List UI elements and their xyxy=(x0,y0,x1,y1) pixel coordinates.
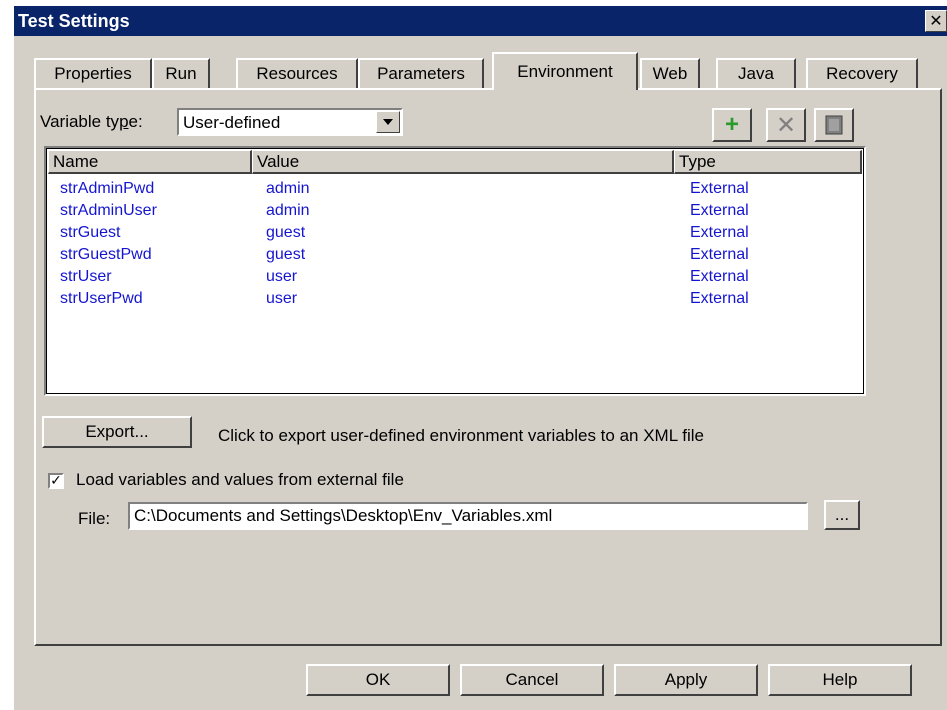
tab-resources[interactable]: Resources xyxy=(236,58,358,88)
apply-button[interactable]: Apply xyxy=(614,664,758,696)
ok-button-label: OK xyxy=(365,670,391,689)
tab-run[interactable]: Run xyxy=(152,58,210,88)
tab-label: Run xyxy=(165,64,197,83)
test-settings-dialog: Test Settings ✕ Properties Run Resources… xyxy=(0,0,947,710)
tab-label: Properties xyxy=(54,64,132,83)
tab-web[interactable]: Web xyxy=(640,58,700,88)
window-title: Test Settings xyxy=(18,10,130,31)
apply-button-label: Apply xyxy=(664,670,708,689)
environment-panel xyxy=(34,88,942,646)
tab-label: Resources xyxy=(256,64,338,83)
tab-recovery[interactable]: Recovery xyxy=(806,58,918,88)
cancel-button[interactable]: Cancel xyxy=(460,664,604,696)
cancel-button-label: Cancel xyxy=(505,670,559,689)
tab-label: Web xyxy=(652,64,688,83)
tab-label: Java xyxy=(738,64,774,83)
tab-label: Environment xyxy=(517,62,613,81)
dialog-client: Properties Run Resources Parameters Envi… xyxy=(14,36,947,710)
close-icon[interactable]: ✕ xyxy=(925,10,947,32)
tab-java[interactable]: Java xyxy=(716,58,796,88)
tab-label: Recovery xyxy=(826,64,898,83)
tab-parameters[interactable]: Parameters xyxy=(358,58,484,88)
help-button-label: Help xyxy=(822,670,858,689)
tab-environment[interactable]: Environment xyxy=(492,52,638,90)
tab-label: Parameters xyxy=(377,64,465,83)
ok-button[interactable]: OK xyxy=(306,664,450,696)
title-bar[interactable]: Test Settings ✕ xyxy=(14,6,947,36)
tab-properties[interactable]: Properties xyxy=(34,58,152,88)
help-button[interactable]: Help xyxy=(768,664,912,696)
